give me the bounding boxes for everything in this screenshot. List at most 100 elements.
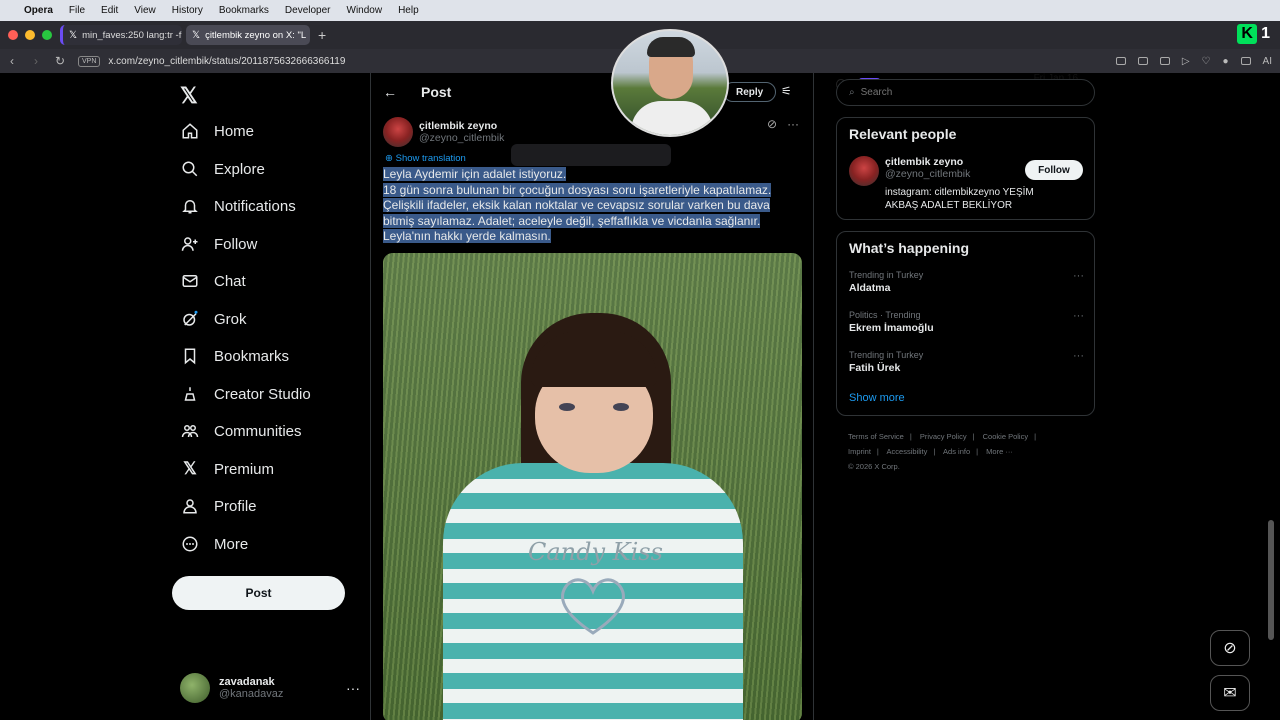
- person-bio: instagram: citlembikzeyno YEŞİM AKBAŞ AD…: [885, 187, 1034, 211]
- url-field[interactable]: x.com/zeyno_citlembik/status/20118756326…: [108, 56, 345, 67]
- send-icon[interactable]: ▷: [1182, 56, 1190, 67]
- menu-history[interactable]: History: [172, 5, 203, 16]
- camera-icon[interactable]: [1137, 57, 1148, 65]
- browser-tab-search[interactable]: 𝕏 min_faves:250 lang:tr -f: [60, 25, 182, 45]
- account-switcher[interactable]: zavadanak @kanadavaz ···: [180, 673, 360, 703]
- heart-graphic: [561, 578, 625, 635]
- back-arrow-icon[interactable]: ←: [383, 84, 397, 100]
- scrollbar[interactable]: [1268, 520, 1274, 640]
- footer-link[interactable]: Ads info: [943, 447, 970, 456]
- more-dots-icon[interactable]: ···: [1073, 270, 1084, 282]
- x-sidebar: 𝕏 Home Explore Notifications Follow Chat: [170, 73, 370, 720]
- menu-bookmarks[interactable]: Bookmarks: [219, 5, 269, 16]
- more-dots-icon[interactable]: ···: [787, 117, 799, 131]
- reply-button[interactable]: Reply: [723, 82, 777, 102]
- show-more-link[interactable]: Show more: [849, 392, 905, 404]
- author-name[interactable]: çitlembik zeyno: [419, 120, 504, 132]
- extensions-icon[interactable]: [1240, 57, 1251, 65]
- sidebar-item-label: Communities: [214, 422, 302, 440]
- footer-link[interactable]: Accessibility: [887, 447, 928, 456]
- forward-icon[interactable]: ›: [24, 54, 48, 68]
- sidebar-item-label: More: [214, 535, 249, 553]
- search-box[interactable]: ⌕: [836, 79, 1095, 106]
- sidebar-item-home[interactable]: Home: [180, 116, 254, 146]
- avatar[interactable]: [849, 156, 879, 186]
- sidebar-item-creator-studio[interactable]: Creator Studio: [180, 379, 311, 409]
- search-input[interactable]: [860, 87, 993, 98]
- back-icon[interactable]: ‹: [0, 54, 24, 68]
- sidebar-item-notifications[interactable]: Notifications: [180, 191, 296, 221]
- x-favicon-icon: 𝕏: [69, 29, 78, 41]
- sliders-icon[interactable]: ⚟: [781, 84, 792, 98]
- grok-icon[interactable]: ⊘: [767, 117, 777, 131]
- compose-post-button[interactable]: Post: [172, 576, 345, 610]
- trend-item[interactable]: Politics · Trending Ekrem İmamoğlu ···: [849, 310, 1084, 334]
- relevant-people-card: Relevant people çitlembik zeyno @zeyno_c…: [836, 117, 1095, 220]
- account-icon[interactable]: ●: [1223, 56, 1229, 67]
- show-translation-link[interactable]: ⊕ Show translation: [385, 153, 466, 164]
- account-name: zavadanak: [219, 676, 275, 688]
- more-dots-icon[interactable]: ···: [346, 680, 360, 696]
- tab-label: çitlembik zeyno on X: "L: [205, 29, 307, 41]
- macos-menubar: Opera File Edit View History Bookmarks D…: [0, 0, 1280, 95]
- add-person-icon: [180, 234, 200, 254]
- minimize-window-button[interactable]: [25, 30, 35, 40]
- bookmark-icon: [180, 346, 200, 366]
- footer-link[interactable]: Imprint: [848, 447, 871, 456]
- sidebar-item-more[interactable]: More: [180, 529, 248, 559]
- footer-link[interactable]: Terms of Service: [848, 432, 904, 441]
- menu-help[interactable]: Help: [398, 5, 419, 16]
- trend-item[interactable]: Trending in Turkey Fatih Ürek ···: [849, 350, 1084, 374]
- post-text-line: Çelişkili ifadeler, eksik kalan noktalar…: [383, 198, 770, 213]
- footer-link[interactable]: Cookie Policy: [983, 432, 1028, 441]
- follow-button[interactable]: Follow: [1025, 160, 1083, 180]
- sidebar-item-chat[interactable]: Chat: [180, 266, 246, 296]
- sidebar-item-label: Grok: [214, 310, 247, 328]
- menu-app-name[interactable]: Opera: [24, 5, 53, 16]
- show-translation-label: Show translation: [395, 153, 466, 164]
- vpn-badge[interactable]: VPN: [78, 55, 101, 67]
- menu-window[interactable]: Window: [347, 5, 383, 16]
- sidebar-item-bookmarks[interactable]: Bookmarks: [180, 341, 289, 371]
- author-handle[interactable]: @zeyno_citlembik: [419, 132, 504, 144]
- menu-view[interactable]: View: [134, 5, 156, 16]
- sidebar-item-profile[interactable]: Profile: [180, 491, 257, 521]
- sidebar-item-label: Chat: [214, 272, 246, 290]
- ai-button[interactable]: AI: [1263, 56, 1272, 67]
- sidebar-item-label: Premium: [214, 460, 275, 478]
- more-dots-icon[interactable]: ···: [1073, 310, 1084, 322]
- tab-label: min_faves:250 lang:tr -f: [82, 29, 182, 41]
- menu-file[interactable]: File: [69, 5, 85, 16]
- shield-icon[interactable]: [1159, 57, 1170, 65]
- card-title: What’s happening: [849, 240, 970, 256]
- browser-tab-post[interactable]: 𝕏 çitlembik zeyno on X: "L: [186, 25, 310, 45]
- overlay-artifact: [511, 144, 671, 166]
- heart-icon[interactable]: ♡: [1202, 56, 1211, 67]
- messages-float-button[interactable]: ✉: [1210, 675, 1250, 711]
- edit-icon[interactable]: [1115, 57, 1126, 65]
- menu-edit[interactable]: Edit: [101, 5, 118, 16]
- footer-link[interactable]: More ···: [986, 447, 1013, 456]
- more-dots-icon[interactable]: ···: [1073, 350, 1084, 362]
- post-text-line: bitmiş sayılamaz. Adalet; aceleyle değil…: [383, 213, 761, 228]
- sidebar-item-label: Home: [214, 122, 255, 140]
- post-author[interactable]: çitlembik zeyno @zeyno_citlembik: [383, 117, 504, 147]
- footer-link[interactable]: Privacy Policy: [920, 432, 967, 441]
- zoom-window-button[interactable]: [42, 30, 52, 40]
- post-image[interactable]: Candy Kiss: [383, 253, 802, 720]
- avatar[interactable]: [383, 117, 413, 147]
- reload-icon[interactable]: ↻: [48, 54, 72, 68]
- x-logo-icon[interactable]: 𝕏: [180, 83, 198, 109]
- grok-float-button[interactable]: ⊘: [1210, 630, 1250, 666]
- sidebar-item-premium[interactable]: 𝕏 Premium: [180, 454, 274, 484]
- sidebar-item-grok[interactable]: Grok: [180, 304, 247, 334]
- sidebar-item-follow[interactable]: Follow: [180, 229, 257, 259]
- creator-icon: [180, 384, 200, 404]
- sidebar-item-communities[interactable]: Communities: [180, 416, 302, 446]
- close-window-button[interactable]: [8, 30, 18, 40]
- grok-icon: [180, 309, 200, 329]
- sidebar-item-explore[interactable]: Explore: [180, 154, 265, 184]
- trend-item[interactable]: Trending in Turkey Aldatma ···: [849, 270, 1084, 294]
- new-tab-button[interactable]: +: [318, 27, 326, 43]
- menu-developer[interactable]: Developer: [285, 5, 331, 16]
